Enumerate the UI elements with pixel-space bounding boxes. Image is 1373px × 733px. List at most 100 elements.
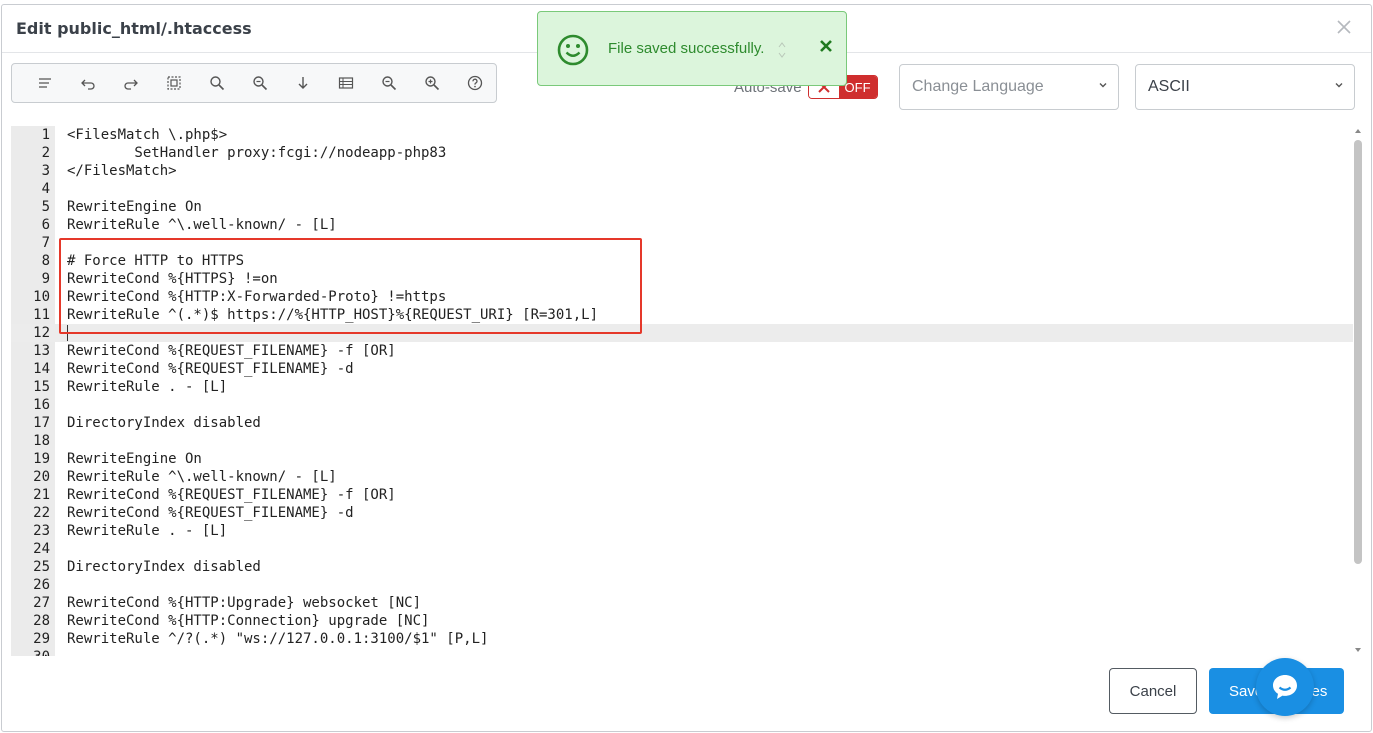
code-line[interactable]: 29 RewriteRule ^/?(.*) "ws://127.0.0.1:31… (11, 630, 1353, 648)
scrollbar-thumb[interactable] (1354, 140, 1362, 564)
chevron-down-icon (1099, 83, 1107, 88)
encoding-select-value: ASCII (1148, 78, 1190, 95)
code-line[interactable]: 19 RewriteEngine On (11, 450, 1353, 468)
cancel-button[interactable]: Cancel (1109, 668, 1197, 714)
line-text: RewriteCond %{HTTP:Upgrade} websocket [N… (67, 595, 422, 611)
line-number: 14 (33, 361, 50, 377)
line-text: RewriteEngine On (67, 451, 202, 467)
encoding-select[interactable]: ASCII (1135, 64, 1355, 110)
zoom-in-icon[interactable] (410, 63, 453, 103)
line-number: 19 (33, 451, 50, 467)
search-icon[interactable] (196, 63, 239, 103)
line-text: RewriteCond %{REQUEST_FILENAME} -f [OR] (67, 343, 396, 359)
line-number: 9 (41, 271, 50, 287)
line-number: 10 (33, 289, 50, 305)
code-line[interactable]: 18 (11, 432, 1353, 450)
line-number: 22 (33, 505, 50, 521)
language-select[interactable]: Change Language (899, 64, 1119, 110)
code-line[interactable]: 3 </FilesMatch> (11, 162, 1353, 180)
shortcuts-icon[interactable] (324, 63, 367, 103)
line-number: 17 (33, 415, 50, 431)
select-all-icon[interactable] (153, 63, 196, 103)
line-number: 8 (41, 253, 50, 269)
line-text: # Force HTTP to HTTPS (67, 253, 245, 269)
smile-icon (557, 34, 589, 66)
line-text: SetHandler proxy:fcgi://nodeapp-php83 (67, 145, 447, 161)
code-line[interactable]: 6 RewriteRule ^\.well-known/ - [L] (11, 216, 1353, 234)
line-number: 1 (41, 127, 50, 143)
code-line[interactable]: 20 RewriteRule ^\.well-known/ - [L] (11, 468, 1353, 486)
zoom-out-icon[interactable] (367, 63, 410, 103)
line-number: 29 (33, 631, 50, 647)
editor-toolbar (11, 63, 497, 103)
line-number: 16 (33, 397, 50, 413)
editor-scrollbar[interactable] (1353, 128, 1363, 656)
code-line[interactable]: 12 (11, 324, 1353, 342)
chat-icon (1273, 675, 1297, 699)
code-line[interactable]: 22 RewriteCond %{REQUEST_FILENAME} -d (11, 504, 1353, 522)
code-line[interactable]: 26 (11, 576, 1353, 594)
code-line[interactable]: 9 RewriteCond %{HTTPS} !=on (11, 270, 1353, 288)
redo-icon[interactable] (110, 63, 153, 103)
code-line[interactable]: 7 (11, 234, 1353, 252)
code-line[interactable]: 16 (11, 396, 1353, 414)
code-line[interactable]: 21 RewriteCond %{REQUEST_FILENAME} -f [OR… (11, 486, 1353, 504)
line-number: 27 (33, 595, 50, 611)
code-line[interactable]: 27 RewriteCond %{HTTP:Upgrade} websocket … (11, 594, 1353, 612)
code-line[interactable]: 8 # Force HTTP to HTTPS (11, 252, 1353, 270)
code-line[interactable]: 25 DirectoryIndex disabled (11, 558, 1353, 576)
line-number: 24 (33, 541, 50, 557)
line-number: 26 (33, 577, 50, 593)
line-number: 25 (33, 559, 50, 575)
code-line[interactable]: 24 (11, 540, 1353, 558)
code-editor[interactable]: 1 <FilesMatch \.php$> 2 SetHandler proxy:f… (11, 126, 1363, 656)
replace-icon[interactable] (239, 63, 282, 103)
line-text: RewriteRule . - [L] (67, 523, 228, 539)
text-cursor (67, 325, 68, 341)
line-text: DirectoryIndex disabled (67, 415, 261, 431)
code-line[interactable]: 10 RewriteCond %{HTTP:X-Forwarded-Proto} … (11, 288, 1353, 306)
line-number: 15 (33, 379, 50, 395)
line-text: <FilesMatch \.php$> (67, 127, 228, 143)
goto-line-icon[interactable] (281, 63, 324, 103)
code-line[interactable]: 30 (11, 648, 1353, 656)
close-icon[interactable] (1333, 16, 1355, 38)
line-text: RewriteCond %{REQUEST_FILENAME} -f [OR] (67, 487, 396, 503)
code-line[interactable]: 5 RewriteEngine On (11, 198, 1353, 216)
code-line[interactable]: 2 SetHandler proxy:fcgi://nodeapp-php83 (11, 144, 1353, 162)
chat-widget[interactable] (1256, 658, 1314, 716)
line-number: 11 (33, 307, 50, 323)
line-number: 12 (33, 325, 50, 341)
line-text: RewriteCond %{REQUEST_FILENAME} -d (67, 505, 354, 521)
scroll-arrows-icon (778, 42, 786, 58)
line-text: RewriteCond %{HTTPS} !=on (67, 271, 278, 287)
line-text: DirectoryIndex disabled (67, 559, 261, 575)
line-text: RewriteRule . - [L] (67, 379, 228, 395)
chevron-down-icon (1335, 83, 1343, 88)
code-line[interactable]: 11 RewriteRule ^(.*)$ https://%{HTTP_HOST… (11, 306, 1353, 324)
line-number: 20 (33, 469, 50, 485)
line-text: </FilesMatch> (67, 163, 177, 179)
help-icon[interactable] (453, 63, 496, 103)
code-line[interactable]: 28 RewriteCond %{HTTP:Connection} upgrade… (11, 612, 1353, 630)
line-number: 21 (33, 487, 50, 503)
line-text: RewriteEngine On (67, 199, 202, 215)
undo-icon[interactable] (67, 63, 110, 103)
code-line[interactable]: 13 RewriteCond %{REQUEST_FILENAME} -f [OR… (11, 342, 1353, 360)
line-number: 4 (41, 181, 50, 197)
wrap-icon[interactable] (24, 63, 67, 103)
code-line[interactable]: 23 RewriteRule . - [L] (11, 522, 1353, 540)
line-number: 7 (41, 235, 50, 251)
line-number: 13 (33, 343, 50, 359)
line-text: RewriteCond %{REQUEST_FILENAME} -d (67, 361, 354, 377)
code-line[interactable]: 14 RewriteCond %{REQUEST_FILENAME} -d (11, 360, 1353, 378)
code-line[interactable]: 15 RewriteRule . - [L] (11, 378, 1353, 396)
close-icon[interactable] (818, 38, 834, 54)
code-line[interactable]: 17 DirectoryIndex disabled (11, 414, 1353, 432)
language-select-value: Change Language (912, 78, 1044, 95)
line-number: 2 (41, 145, 50, 161)
code-line[interactable]: 4 (11, 180, 1353, 198)
code-line[interactable]: 1 <FilesMatch \.php$> (11, 126, 1353, 144)
line-number: 23 (33, 523, 50, 539)
line-number: 5 (41, 199, 50, 215)
